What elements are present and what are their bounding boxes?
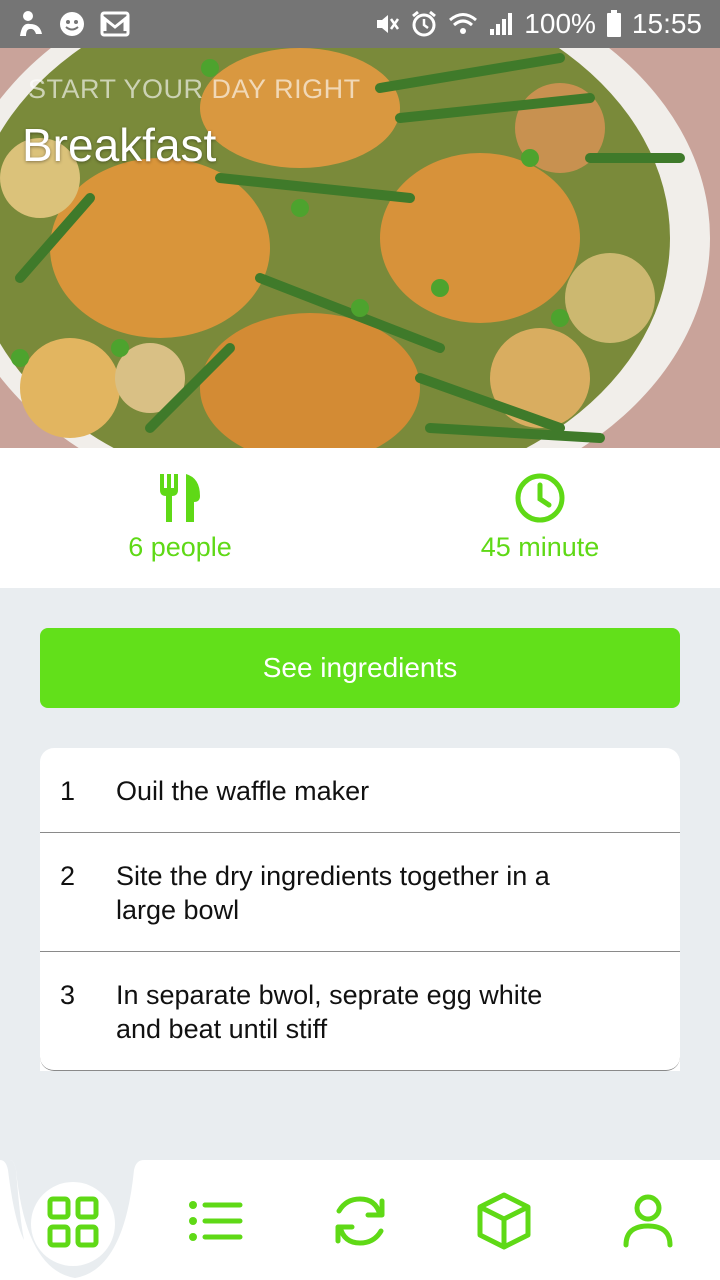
duration-label: 45 minute: [480, 532, 600, 562]
list-item: 1 Ouil the waffle maker: [40, 748, 680, 833]
nav-list[interactable]: [176, 1188, 256, 1258]
nav-user[interactable]: [608, 1188, 688, 1258]
list-item: 2 Site the dry ingredients together in a…: [40, 833, 680, 952]
servings-info: 6 people: [40, 472, 320, 563]
servings-label: 6 people: [128, 532, 232, 562]
bottom-nav: [0, 1160, 720, 1280]
signal-icon: [488, 11, 514, 37]
box-icon: [477, 1192, 531, 1255]
list-item: 3 In separate bwol, seprate egg white an…: [40, 952, 680, 1071]
see-ingredients-button[interactable]: See ingredients: [40, 628, 680, 708]
step-number: 3: [60, 980, 76, 1010]
clock-time: 15:55: [631, 8, 702, 39]
step-number: 2: [60, 861, 76, 891]
step-text: Ouil the waffle maker: [116, 776, 370, 806]
utensils-icon: [40, 472, 320, 524]
face-icon: [58, 10, 86, 38]
battery-level: 100%: [524, 8, 596, 39]
mute-icon: [374, 11, 400, 37]
step-text: Site the dry ingredients together in a l…: [116, 861, 550, 925]
list-icon: [189, 1200, 243, 1247]
battery-icon: [606, 10, 622, 38]
hero-image: START YOUR DAY RIGHT Breakfast: [0, 48, 720, 448]
hero-subtitle: START YOUR DAY RIGHT: [28, 74, 361, 104]
food-photo: [0, 48, 720, 448]
wifi-icon: [448, 11, 478, 37]
status-bar: 100% 15:55: [0, 0, 720, 48]
alarm-icon: [410, 10, 438, 38]
steps-list: 1 Ouil the waffle maker 2 Site the dry i…: [40, 748, 680, 1071]
grid-icon: [47, 1196, 99, 1253]
clock-icon: [400, 472, 680, 524]
step-text: In separate bwol, seprate egg white and …: [116, 980, 543, 1044]
user-icon: [623, 1194, 673, 1253]
see-ingredients-label: See ingredients: [262, 652, 458, 683]
mail-icon: [100, 11, 130, 37]
step-number: 1: [60, 776, 76, 806]
nav-box[interactable]: [464, 1188, 544, 1258]
refresh-icon: [330, 1193, 390, 1254]
recipe-info: 6 people 45 minute: [0, 448, 720, 588]
nav-refresh[interactable]: [320, 1188, 400, 1258]
nav-grid[interactable]: [33, 1189, 113, 1259]
app-icon: [18, 10, 44, 38]
page-title: Breakfast: [22, 119, 217, 171]
duration-info: 45 minute: [400, 472, 680, 563]
